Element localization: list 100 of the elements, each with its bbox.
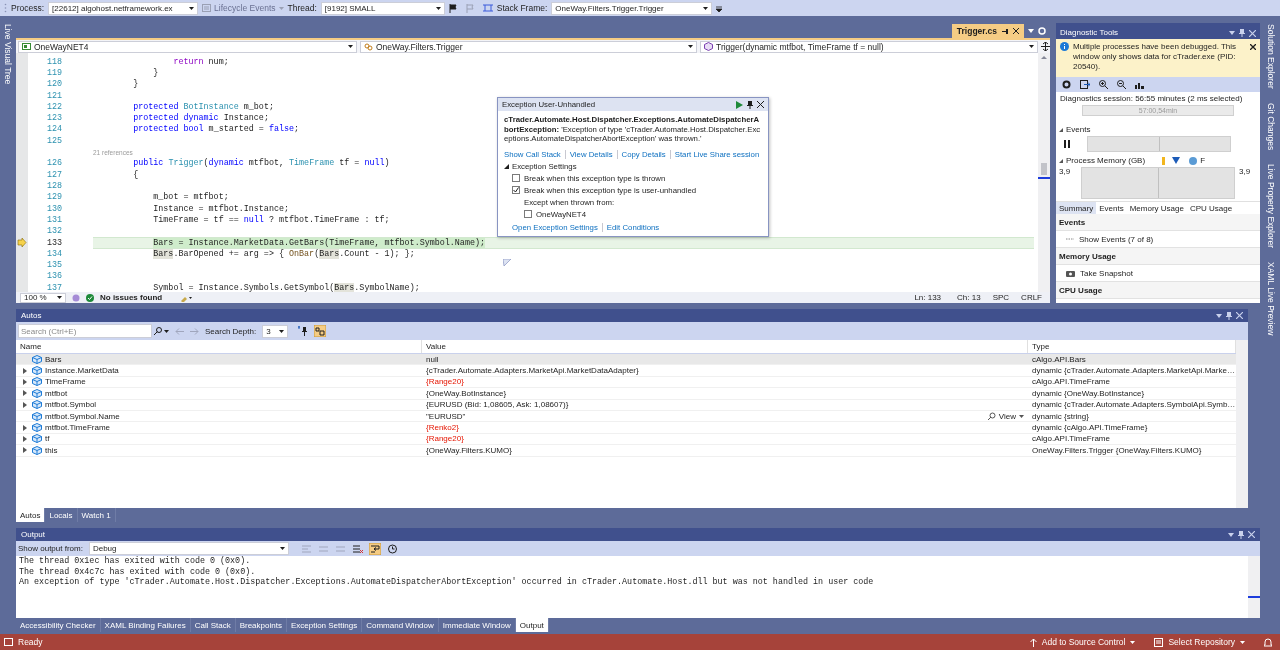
scrollbar[interactable]	[1248, 556, 1260, 618]
output-source-dropdown[interactable]: Debug	[88, 542, 289, 555]
expand-icon[interactable]	[23, 378, 27, 385]
zoom-in-icon[interactable]	[1099, 80, 1108, 89]
expand-icon[interactable]	[23, 367, 27, 374]
variable-icon	[32, 434, 42, 444]
thread-dropdown[interactable]: [9192] SMALL	[320, 1, 445, 15]
tab[interactable]: Memory Usage	[1126, 202, 1187, 214]
pin-icon[interactable]	[747, 100, 753, 109]
dropdown-icon[interactable]	[1028, 29, 1034, 33]
close-icon[interactable]	[1013, 28, 1019, 34]
close-icon[interactable]	[1250, 44, 1256, 50]
expand-icon[interactable]	[23, 435, 27, 442]
scrollbar[interactable]	[1236, 340, 1248, 508]
settings-icon[interactable]	[1062, 80, 1071, 89]
tab[interactable]: Locals	[45, 508, 78, 522]
tab[interactable]: Command Window	[362, 618, 439, 632]
tab[interactable]: Breakpoints	[235, 618, 287, 632]
expander-icon[interactable]	[504, 163, 509, 169]
line-ending[interactable]: CRLF	[1021, 293, 1042, 302]
table-row[interactable]: tf {Range20} cAlgo.API.TimeFrame	[16, 433, 1236, 446]
expand-icon[interactable]	[23, 447, 27, 454]
expand-icon[interactable]	[23, 401, 27, 408]
source-control-button[interactable]: Add to Source Control	[1029, 637, 1136, 647]
tab[interactable]: CPU Usage	[1186, 202, 1236, 214]
process-dropdown[interactable]: [22612] algohost.netframework.ex	[48, 1, 199, 15]
table-cell: mtfbot.Symbol.Name	[45, 411, 120, 421]
stack-frame-dropdown[interactable]: OneWay.Filters.Trigger.Trigger	[551, 1, 713, 15]
table-row[interactable]: Instance.MarketData {cTrader.Automate.Adapters.MarketApi.MarketDataAdapter} dynamic {cTrader.Automate.Adapters.MarketApi.Marke…	[16, 365, 1236, 377]
bell-icon[interactable]	[1264, 637, 1272, 647]
repository-icon	[1154, 637, 1164, 647]
dropdown-icon[interactable]	[1216, 313, 1222, 318]
column-header[interactable]: Value	[422, 340, 1028, 353]
search-field[interactable]: Search (Ctrl+E)	[18, 324, 152, 338]
side-tab[interactable]: Git Changes	[1266, 102, 1276, 150]
export-icon[interactable]	[1080, 80, 1090, 89]
caret-icon	[1130, 640, 1136, 644]
line-number: 121	[45, 90, 63, 101]
expand-icon[interactable]	[23, 390, 27, 397]
checkbox[interactable]	[512, 174, 520, 182]
search-icon[interactable]	[154, 327, 162, 335]
document-tab[interactable]: Trigger.cs	[951, 24, 1024, 38]
tab[interactable]: Output	[515, 618, 549, 632]
side-tab[interactable]: Solution Explorer	[1266, 24, 1276, 89]
table-cell: {Range20}	[426, 434, 464, 444]
table-row[interactable]: mtfbot.Symbol {EURUSD (Bid: 1,08605, Ask: 1,08607)} dynamic {cTrader.Automate.Adapters.SymbolApi.Symb…	[16, 399, 1236, 411]
tab[interactable]: Call Stack	[190, 618, 236, 632]
column-header[interactable]: Name	[16, 340, 422, 353]
checkbox[interactable]	[512, 186, 520, 194]
table-row[interactable]: mtfbot {OneWay.BotInstance} dynamic {OneWay.BotInstance}	[16, 388, 1236, 400]
repository-button[interactable]: Select Repository	[1154, 637, 1245, 647]
zoom-out-icon[interactable]	[1117, 80, 1126, 89]
action-link[interactable]: Take Snapshot	[1080, 268, 1133, 278]
pause-icon[interactable]	[1063, 140, 1071, 148]
close-icon[interactable]	[757, 101, 764, 108]
grid-icon[interactable]	[314, 325, 327, 337]
side-tab[interactable]: Live Visual Tree	[3, 24, 13, 85]
scrollbar[interactable]	[1038, 53, 1050, 292]
thread-switch-icon[interactable]	[482, 4, 493, 12]
split-icon[interactable]	[1041, 42, 1050, 51]
output-source-label: Show output from:	[18, 544, 83, 553]
word-wrap-icon[interactable]	[368, 542, 381, 555]
overflow-icon[interactable]	[716, 4, 723, 12]
tab[interactable]: Autos	[16, 508, 46, 522]
action-link[interactable]: Show Events (7 of 8)	[1079, 234, 1154, 244]
type-dropdown[interactable]: OneWay.Filters.Trigger	[360, 40, 697, 53]
clock-icon[interactable]	[386, 543, 398, 554]
side-tab[interactable]: XAML Live Preview	[1266, 262, 1276, 336]
dropdown-icon[interactable]	[1229, 31, 1235, 35]
project-dropdown[interactable]: OneWayNET4	[18, 40, 357, 53]
view-button[interactable]: View	[987, 411, 1024, 421]
scroll-thumb[interactable]	[1041, 163, 1047, 175]
side-tab[interactable]: Live Property Explorer	[1266, 164, 1276, 249]
caret-icon	[57, 296, 62, 299]
whitespace-mode[interactable]: SPC	[992, 293, 1010, 302]
table-row[interactable]: TimeFrame {Range20} cAlgo.API.TimeFrame	[16, 376, 1236, 389]
search-depth-dropdown[interactable]: 3	[262, 324, 289, 338]
tab[interactable]: Accessibility Checker	[16, 618, 101, 632]
section-heading: Process Memory (GB)	[1066, 156, 1146, 165]
checkbox[interactable]	[524, 210, 532, 218]
dropdown-icon[interactable]	[1228, 532, 1234, 537]
tab[interactable]: XAML Binding Failures	[100, 618, 191, 632]
tab[interactable]: Summary	[1056, 202, 1097, 214]
chart-icon[interactable]	[1135, 80, 1144, 89]
pin-icon[interactable]	[298, 326, 309, 336]
pin-icon[interactable]	[1002, 27, 1008, 35]
tab[interactable]: Exception Settings	[286, 618, 363, 632]
selected-row[interactable]: Bars null cAlgo.API.Bars	[16, 354, 1236, 366]
caret-icon	[189, 6, 195, 10]
flag-icon[interactable]	[448, 3, 458, 13]
tab[interactable]: Watch 1	[77, 508, 116, 522]
table-row[interactable]: mtfbot.Symbol.Name "EURUSD" View dynamic {string}	[16, 410, 1236, 423]
tab[interactable]: Immediate Window	[438, 618, 516, 632]
expand-icon[interactable]	[23, 424, 27, 431]
table-row[interactable]: this {OneWay.Filters.KUMO} OneWay.Filters.Trigger {OneWay.Filters.KUMO}	[16, 445, 1236, 457]
member-dropdown[interactable]: Trigger(dynamic mtfbot, TimeFrame tf = null)	[700, 40, 1038, 53]
table-row[interactable]: mtfbot.TimeFrame {Renko2} dynamic {cAlgo.API.TimeFrame}	[16, 422, 1236, 434]
zoom-dropdown[interactable]: 100 %	[20, 292, 66, 303]
clear-all-icon[interactable]	[351, 543, 363, 554]
tab[interactable]: Events	[1096, 202, 1127, 214]
